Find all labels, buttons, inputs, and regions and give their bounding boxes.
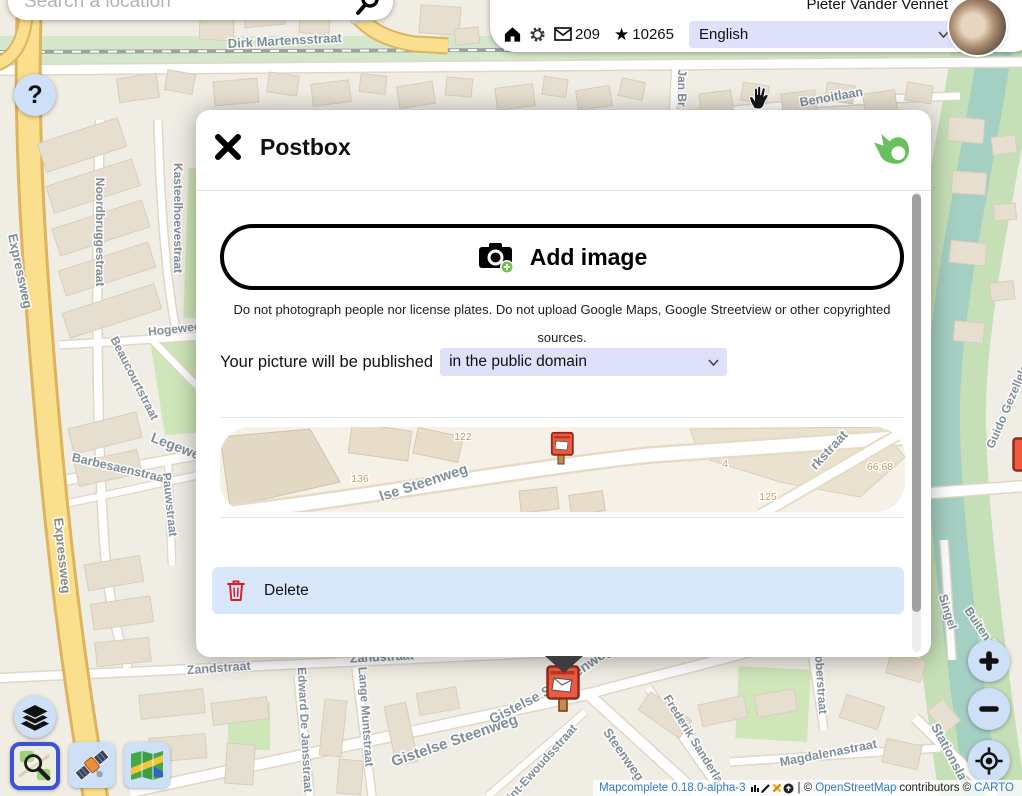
search-input[interactable] xyxy=(8,0,355,13)
camera-icon xyxy=(477,241,515,274)
geolocate-button[interactable] xyxy=(968,740,1010,782)
mapcomplete-logo xyxy=(873,132,911,170)
user-avatar[interactable] xyxy=(949,0,1006,55)
add-image-button[interactable]: Add image xyxy=(220,224,904,290)
theme-buttons xyxy=(10,742,170,790)
attribution-separator: | © xyxy=(798,782,813,794)
svg-text:4: 4 xyxy=(722,458,728,470)
license-prefix: Your picture will be published xyxy=(220,353,433,372)
crosshair-icon xyxy=(973,745,1005,777)
hand-cursor-icon xyxy=(746,82,772,110)
divider xyxy=(220,517,904,518)
theme-button-osm-carto[interactable] xyxy=(124,742,170,788)
theme-button-satellite[interactable] xyxy=(69,742,115,788)
location-minimap[interactable]: lse Steenweg rkstraat 122 136 125 4 66;6… xyxy=(220,427,905,512)
attribution-badges xyxy=(750,783,794,794)
dialog-title: Postbox xyxy=(260,134,351,161)
star-icon: ★ xyxy=(614,26,629,43)
svg-text:136: 136 xyxy=(351,473,369,485)
user-bar: Pieter Vander Vennet 209 ★ 10265 xyxy=(490,0,1022,52)
svg-text:122: 122 xyxy=(454,431,472,443)
gear-icon[interactable] xyxy=(529,26,546,43)
home-icon[interactable] xyxy=(503,25,522,43)
postbox-dialog: Postbox Add image Do not photograph peop… xyxy=(196,110,931,657)
question-mark-icon: ? xyxy=(27,81,42,110)
svg-text:Kasteelhoevestraat: Kasteelhoevestraat xyxy=(171,163,185,273)
username: Pieter Vander Vennet xyxy=(807,0,949,13)
search-icon[interactable] xyxy=(355,0,381,15)
header-divider xyxy=(196,190,931,191)
stats-icon xyxy=(750,783,760,793)
delete-label: Delete xyxy=(264,582,309,600)
delete-button[interactable]: Delete xyxy=(212,567,904,614)
svg-text:125: 125 xyxy=(759,491,777,503)
messages-count: 209 xyxy=(575,26,600,43)
license-icon xyxy=(772,783,782,793)
dialog-pointer xyxy=(545,656,583,673)
scrollbar-thumb[interactable] xyxy=(912,194,921,612)
messages-icon[interactable] xyxy=(554,27,572,41)
attribution-contributors: contributors © xyxy=(899,782,971,794)
osm-link[interactable]: OpenStreetMap xyxy=(815,782,896,794)
chevron-down-icon xyxy=(938,31,949,38)
mapcomplete-version-link[interactable]: Mapcomplete 0.18.0-alpha-3 xyxy=(599,782,745,794)
minus-icon xyxy=(975,695,1003,723)
info-icon xyxy=(783,783,794,794)
map-attribution: Mapcomplete 0.18.0-alpha-3 | © OpenStree… xyxy=(593,780,1022,796)
layers-icon xyxy=(20,704,50,731)
theme-button-mapcomplete[interactable] xyxy=(10,742,60,790)
edit-pencil-icon xyxy=(761,783,771,793)
stars-count: 10265 xyxy=(632,26,674,43)
zoom-out-button[interactable] xyxy=(968,688,1010,730)
mapcomplete-app: Dirk Martensstraat Jan Br Benoitlaan Noo… xyxy=(0,0,1022,796)
license-select[interactable]: in the public domain xyxy=(440,348,727,376)
image-disclaimer: Do not photograph people nor license pla… xyxy=(220,296,904,352)
help-button[interactable]: ? xyxy=(14,74,56,116)
language-select[interactable]: English xyxy=(689,21,957,48)
svg-text:66;68: 66;68 xyxy=(867,461,893,473)
svg-text:Jan Br: Jan Br xyxy=(675,69,689,107)
plus-icon xyxy=(975,647,1003,675)
close-icon[interactable] xyxy=(214,133,242,161)
carto-link[interactable]: CARTO xyxy=(974,782,1014,794)
svg-text:Noordbruggestraat: Noordbruggestraat xyxy=(93,178,107,287)
search-bar xyxy=(8,0,393,20)
satellite-icon xyxy=(73,746,111,784)
postbox-marker-edge[interactable] xyxy=(1012,437,1022,485)
chevron-down-icon xyxy=(708,359,719,366)
dialog-scrollbar[interactable] xyxy=(912,192,921,652)
trash-icon xyxy=(226,579,246,602)
folded-map-icon xyxy=(128,746,166,784)
osm-magnifier-icon xyxy=(17,748,53,784)
license-row: Your picture will be published in the pu… xyxy=(220,348,727,376)
layers-button[interactable] xyxy=(14,696,56,738)
add-image-label: Add image xyxy=(530,244,648,271)
divider xyxy=(220,417,904,418)
zoom-in-button[interactable] xyxy=(968,640,1010,682)
